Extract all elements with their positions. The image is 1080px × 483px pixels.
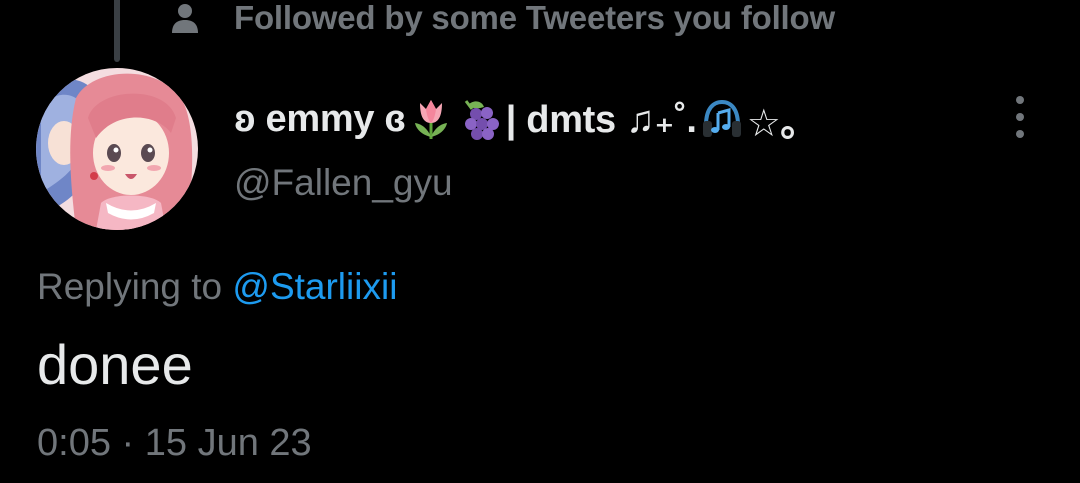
display-name-suffix: | dmts ♫₊˚. xyxy=(505,98,697,141)
social-context: Followed by some Tweeters you follow xyxy=(168,0,835,36)
reply-mention-link[interactable]: @Starliixii xyxy=(232,266,397,307)
tweet-timestamp[interactable]: 0:05 · 15 Jun 23 xyxy=(37,422,312,465)
tweet-text: donee xyxy=(37,333,193,396)
dot-icon xyxy=(1016,96,1024,104)
more-options-button[interactable] xyxy=(1000,94,1040,140)
thread-connector-line xyxy=(114,0,120,62)
headphones-icon xyxy=(701,97,743,141)
user-handle[interactable]: @Fallen_gyu xyxy=(234,162,453,204)
display-name[interactable]: ʚ emmy ɞ | dmts ♫₊˚. ☆｡ xyxy=(234,92,799,146)
dot-icon xyxy=(1016,130,1024,138)
grapes-icon xyxy=(460,97,502,141)
display-name-end: ☆｡ xyxy=(746,102,800,145)
dot-icon xyxy=(1016,113,1024,121)
social-context-text: Followed by some Tweeters you follow xyxy=(234,0,835,36)
replying-to: Replying to @Starliixii xyxy=(37,266,397,308)
tulip-icon xyxy=(410,97,452,141)
avatar[interactable] xyxy=(36,68,198,230)
person-icon xyxy=(172,4,198,33)
timestamp-separator: · xyxy=(121,422,135,464)
tweet-date: 15 Jun 23 xyxy=(144,422,312,464)
tweet-time: 0:05 xyxy=(37,422,111,464)
replying-to-label: Replying to xyxy=(37,266,223,307)
display-name-prefix: ʚ emmy ɞ xyxy=(234,97,406,140)
